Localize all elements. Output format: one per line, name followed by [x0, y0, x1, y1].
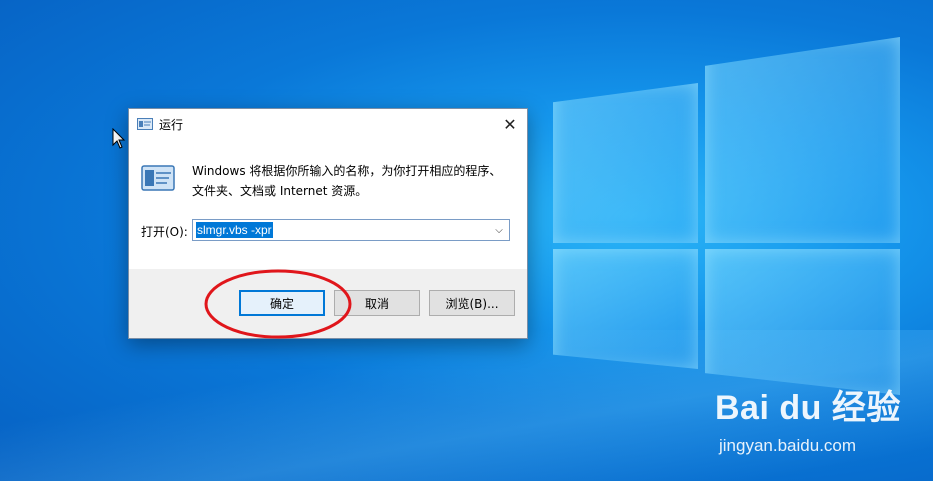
watermark-brand: Bai du 经验	[715, 389, 901, 427]
open-label: 打开(O):	[141, 225, 188, 239]
browse-button[interactable]: 浏览(B)...	[429, 290, 515, 316]
close-button[interactable]: ✕	[493, 109, 527, 139]
logo-pane-top-left	[553, 83, 698, 243]
close-icon: ✕	[503, 114, 517, 134]
open-combobox[interactable]: slmgr.vbs -xpr ⌵	[192, 219, 510, 241]
run-program-icon	[141, 165, 175, 191]
baidu-jingyan-watermark: Bai du 经验 jingyan.baidu.com	[715, 380, 925, 470]
dialog-description: Windows 将根据你所输入的名称，为你打开相应的程序、 文件夹、文档或 In…	[192, 161, 517, 201]
annotation-circle	[204, 269, 352, 339]
run-app-icon	[137, 118, 153, 130]
watermark-url: jingyan.baidu.com	[719, 436, 857, 455]
mouse-cursor-icon	[112, 128, 126, 149]
chevron-down-icon[interactable]: ⌵	[492, 222, 506, 238]
description-line: Windows 将根据你所输入的名称，为你打开相应的程序、	[192, 164, 502, 178]
description-line: 文件夹、文档或 Internet 资源。	[192, 184, 368, 198]
title-bar[interactable]: 运行 ✕	[129, 109, 527, 139]
dialog-title: 运行	[159, 118, 184, 132]
open-input[interactable]: slmgr.vbs -xpr	[196, 222, 273, 238]
logo-pane-top-right	[705, 37, 900, 243]
